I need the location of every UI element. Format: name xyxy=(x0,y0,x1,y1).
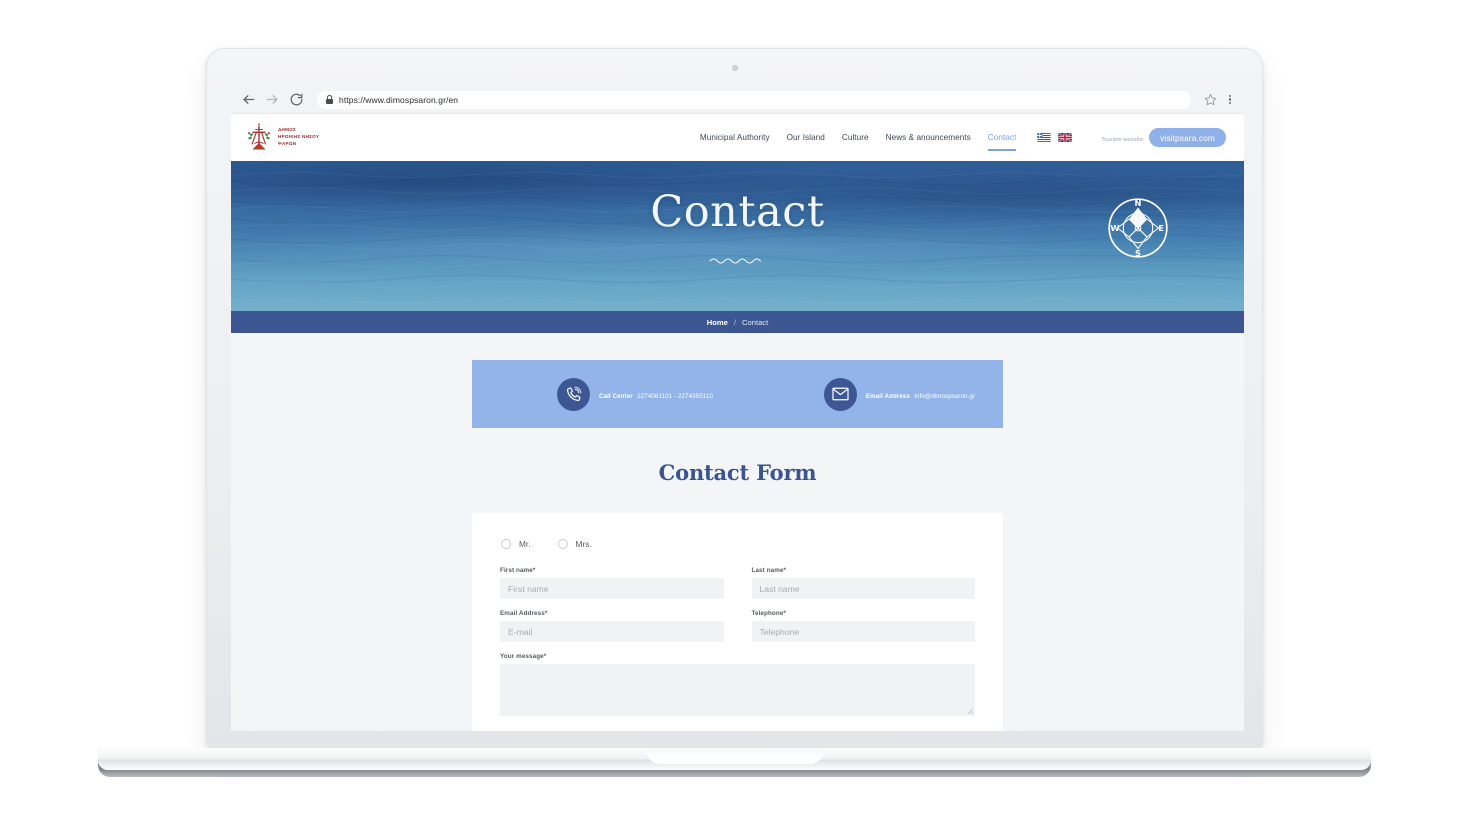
breadcrumb-separator: / xyxy=(733,317,737,327)
message-field-row: Your message* xyxy=(500,653,975,716)
radio-mr-circle[interactable] xyxy=(501,539,511,549)
main-navigation: Municipal Authority Our Island Culture N… xyxy=(700,128,1226,151)
lock-icon xyxy=(326,95,333,104)
logo-line-1: ΔΗΜΟΣ xyxy=(278,127,297,133)
last-name-label: Last name* xyxy=(751,567,787,574)
logo-line-3: ΨΑΡΩΝ xyxy=(278,140,297,146)
last-name-field: Last name* xyxy=(751,567,975,599)
compass-west-label: W xyxy=(1110,223,1119,233)
page-content: Call Center 2274061101 - 2274350110 Emai… xyxy=(231,333,1244,731)
browser-toolbar: https://www.dimospsaron.gr/en xyxy=(231,86,1244,114)
site-logo[interactable]: ΔΗΜΟΣ ΗΡΩΙΚΗΣ ΝΗΣΟΥ ΨΑΡΩΝ xyxy=(245,122,319,153)
telephone-label: Telephone* xyxy=(751,610,786,617)
contact-field-row: Email Address* Telephone* xyxy=(500,610,975,642)
language-switcher xyxy=(1037,133,1073,142)
compass-rose-icon: N E S W xyxy=(1106,196,1170,260)
contact-form: Mr. Mrs. First name* First name Last nam… xyxy=(472,513,1003,731)
nav-item-municipal-authority[interactable]: Municipal Authority xyxy=(700,133,770,142)
radio-mrs-circle[interactable] xyxy=(557,539,568,549)
first-name-label: First name* xyxy=(500,567,536,574)
content-container: Call Center 2274061101 - 2274350110 Emai… xyxy=(472,360,1003,731)
tourism-label: Tourism website: xyxy=(1101,136,1145,143)
email-text: Email Address info@dimospsaron.gr xyxy=(866,385,975,403)
email-input[interactable] xyxy=(500,621,724,642)
envelope-icon xyxy=(823,377,857,411)
wave-divider-icon xyxy=(231,253,1244,271)
telephone-field: Telephone* xyxy=(751,610,975,642)
call-center-value: 2274061101 - 2274350110 xyxy=(637,393,713,400)
address-bar[interactable]: https://www.dimospsaron.gr/en xyxy=(317,90,1191,109)
email-field: Email Address* xyxy=(500,610,724,642)
email-label: Email Address xyxy=(865,393,910,400)
logo-line-2: ΗΡΩΙΚΗΣ ΝΗΣΟΥ xyxy=(278,134,320,140)
call-center-label: Call Center xyxy=(599,393,633,400)
screenshot-stage: https://www.dimospsaron.gr/en ΔΗΜΟΣ ΗΡΩΙ… xyxy=(0,0,1469,834)
nav-item-news-announcements[interactable]: News & anouncements xyxy=(886,133,971,142)
message-label: Your message* xyxy=(500,653,547,660)
message-textarea[interactable] xyxy=(500,664,975,716)
salutation-group: Mr. Mrs. xyxy=(500,539,975,549)
email-value: info@dimospsaron.gr xyxy=(914,393,976,400)
back-button[interactable] xyxy=(241,92,256,107)
hero-title: Contact xyxy=(650,187,825,237)
last-name-input[interactable] xyxy=(751,578,975,599)
radio-mr-label: Mr. xyxy=(519,539,531,549)
star-icon[interactable] xyxy=(1204,93,1217,106)
name-field-row: First name* Last name* xyxy=(500,567,975,599)
uk-flag-icon[interactable] xyxy=(1058,133,1073,142)
radio-option-mr[interactable]: Mr. xyxy=(501,539,531,549)
compass-east-label: E xyxy=(1158,223,1164,233)
laptop-base-notch xyxy=(645,748,824,764)
breadcrumb: Home / Contact xyxy=(231,311,1244,333)
visitpsara-button[interactable]: visitpsara.com xyxy=(1149,128,1226,148)
email-field-label: Email Address* xyxy=(500,610,548,617)
site-header: ΔΗΜΟΣ ΗΡΩΙΚΗΣ ΝΗΣΟΥ ΨΑΡΩΝ Municipal Auth… xyxy=(231,114,1244,161)
first-name-field: First name* xyxy=(500,567,724,599)
call-center-info: Call Center 2274061101 - 2274350110 xyxy=(557,377,713,411)
tourism-website-block: Tourism website: visitpsara.com xyxy=(1101,128,1226,148)
contact-info-band: Call Center 2274061101 - 2274350110 Emai… xyxy=(472,360,1003,428)
compass-south-label: S xyxy=(1135,248,1141,258)
kebab-menu-icon[interactable] xyxy=(1226,93,1234,107)
phone-icon xyxy=(557,377,590,411)
radio-mrs-label: Mrs. xyxy=(575,539,592,549)
compass-north-label: N xyxy=(1135,198,1142,208)
breadcrumb-current: Contact xyxy=(742,317,769,327)
municipality-crest-icon xyxy=(245,122,273,153)
email-info: Email Address info@dimospsaron.gr xyxy=(823,377,975,411)
call-center-text: Call Center 2274061101 - 2274350110 xyxy=(599,385,713,403)
hero-banner: Contact N E S W xyxy=(231,161,1244,311)
message-textarea-wrap xyxy=(500,664,975,716)
nav-item-contact[interactable]: Contact xyxy=(987,133,1017,151)
browser-toolbar-right xyxy=(1204,93,1234,107)
greek-flag-icon[interactable] xyxy=(1037,133,1052,142)
reload-button[interactable] xyxy=(289,92,304,107)
nav-item-our-island[interactable]: Our Island xyxy=(787,133,825,142)
breadcrumb-home[interactable]: Home xyxy=(707,318,728,327)
forward-button[interactable] xyxy=(265,92,280,107)
laptop-lid: https://www.dimospsaron.gr/en ΔΗΜΟΣ ΗΡΩΙ… xyxy=(206,48,1263,748)
logo-wordmark: ΔΗΜΟΣ ΗΡΩΙΚΗΣ ΝΗΣΟΥ ΨΑΡΩΝ xyxy=(278,127,319,148)
laptop-screen: https://www.dimospsaron.gr/en ΔΗΜΟΣ ΗΡΩΙ… xyxy=(231,86,1244,731)
telephone-input[interactable] xyxy=(751,621,975,642)
webcam-icon xyxy=(731,65,738,71)
radio-option-mrs[interactable]: Mrs. xyxy=(557,539,592,549)
first-name-input[interactable] xyxy=(500,578,724,599)
message-field: Your message* xyxy=(500,653,975,716)
nav-item-culture[interactable]: Culture xyxy=(842,133,869,142)
url-text: https://www.dimospsaron.gr/en xyxy=(339,94,459,105)
page-title: Contact Form xyxy=(658,460,817,485)
